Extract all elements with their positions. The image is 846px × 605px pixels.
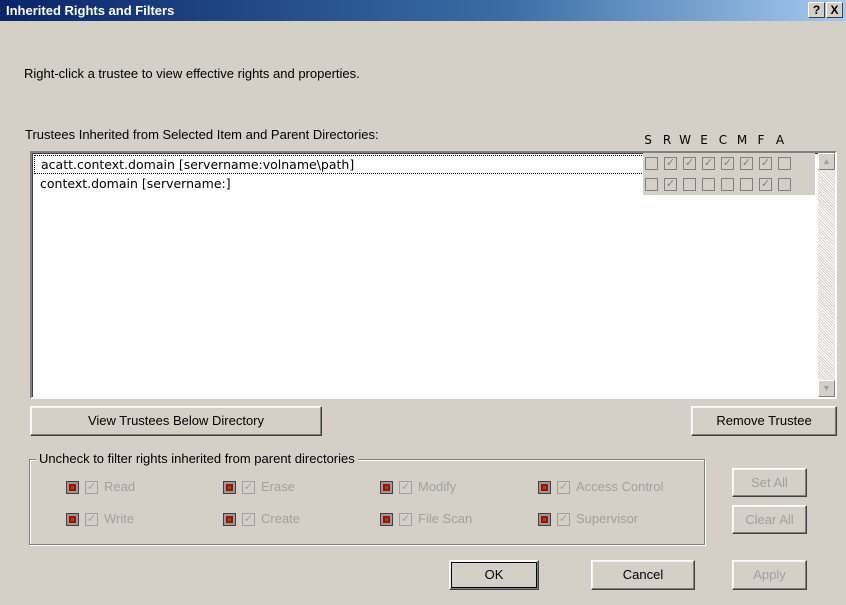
right-checkbox-c[interactable] xyxy=(721,178,734,191)
right-checkbox-r[interactable]: ✓ xyxy=(664,157,677,170)
trustee-row[interactable]: context.domain [servername:] xyxy=(34,175,644,194)
filter-label: Create xyxy=(261,511,301,526)
window-title: Inherited Rights and Filters xyxy=(6,3,175,18)
trustees-label: Trustees Inherited from Selected Item an… xyxy=(25,127,379,142)
right-checkbox-w[interactable] xyxy=(683,178,696,191)
filter-checkbox[interactable]: ✓ xyxy=(399,513,412,526)
filter-label: Supervisor xyxy=(576,511,639,526)
view-trustees-below-button[interactable]: View Trustees Below Directory xyxy=(30,406,322,436)
right-checkbox-e[interactable]: ✓ xyxy=(702,157,715,170)
column-header-m: M xyxy=(736,133,748,147)
right-checkbox-f[interactable]: ✓ xyxy=(759,178,772,191)
ok-button[interactable]: OK xyxy=(449,560,539,590)
right-checkbox-s[interactable] xyxy=(645,178,658,191)
help-button[interactable]: ? xyxy=(808,2,825,18)
filter-checkbox[interactable]: ✓ xyxy=(557,481,570,494)
column-header-c: C xyxy=(718,133,728,147)
trustee-list[interactable]: acatt.context.domain [servername:volname… xyxy=(30,151,837,399)
right-checkbox-f[interactable]: ✓ xyxy=(759,157,772,170)
trustee-row[interactable]: acatt.context.domain [servername:volname… xyxy=(34,155,644,174)
right-checkbox-m[interactable] xyxy=(740,178,753,191)
column-header-f: F xyxy=(757,133,765,147)
trustee-name: context.domain [servername:] xyxy=(40,176,231,191)
filter-checkbox[interactable]: ✓ xyxy=(242,481,255,494)
right-checkbox-r[interactable]: ✓ xyxy=(664,178,677,191)
right-checkbox-e[interactable] xyxy=(702,178,715,191)
trustee-rights-grid: ✓ ✓ xyxy=(643,174,815,195)
column-header-e: E xyxy=(700,133,708,147)
filter-label: Read xyxy=(104,479,136,494)
filter-label: Write xyxy=(104,511,135,526)
filter-label: Access Control xyxy=(576,479,664,494)
filter-label: Erase xyxy=(261,479,295,494)
scroll-down-icon[interactable]: ▼ xyxy=(818,380,835,397)
filter-icon xyxy=(66,513,79,526)
filter-icon xyxy=(223,513,236,526)
remove-trustee-button[interactable]: Remove Trustee xyxy=(691,406,837,436)
filter-groupbox xyxy=(29,459,705,545)
set-all-button[interactable]: Set All xyxy=(732,468,807,497)
filter-label: File Scan xyxy=(418,511,473,526)
trustee-rights-grid: ✓ ✓ ✓ ✓ ✓ ✓ xyxy=(643,153,815,174)
column-header-w: W xyxy=(679,133,691,147)
column-header-a: A xyxy=(775,133,785,147)
clear-all-button[interactable]: Clear All xyxy=(732,505,807,534)
right-checkbox-s[interactable] xyxy=(645,157,658,170)
right-checkbox-m[interactable]: ✓ xyxy=(740,157,753,170)
right-checkbox-w[interactable]: ✓ xyxy=(683,157,696,170)
trustee-name: acatt.context.domain [servername:volname… xyxy=(41,157,355,172)
title-bar: Inherited Rights and Filters xyxy=(0,0,846,21)
apply-button[interactable]: Apply xyxy=(732,560,807,590)
filter-checkbox[interactable]: ✓ xyxy=(399,481,412,494)
right-checkbox-a[interactable] xyxy=(778,157,791,170)
scroll-up-icon[interactable]: ▲ xyxy=(818,153,835,170)
column-header-s: S xyxy=(644,133,652,147)
filter-icon xyxy=(223,481,236,494)
filter-icon xyxy=(538,513,551,526)
close-button[interactable]: X xyxy=(826,2,843,18)
vertical-scrollbar[interactable]: ▲ ▼ xyxy=(818,153,835,397)
filter-label: Modify xyxy=(418,479,457,494)
column-header-r: R xyxy=(662,133,672,147)
filter-checkbox[interactable]: ✓ xyxy=(557,513,570,526)
filter-checkbox[interactable]: ✓ xyxy=(85,481,98,494)
cancel-button[interactable]: Cancel xyxy=(591,560,695,590)
filter-icon xyxy=(66,481,79,494)
filter-checkbox[interactable]: ✓ xyxy=(242,513,255,526)
right-checkbox-a[interactable] xyxy=(778,178,791,191)
filter-icon xyxy=(380,481,393,494)
filter-icon xyxy=(380,513,393,526)
right-checkbox-c[interactable]: ✓ xyxy=(721,157,734,170)
filter-icon xyxy=(538,481,551,494)
filter-checkbox[interactable]: ✓ xyxy=(85,513,98,526)
filter-group-legend: Uncheck to filter rights inherited from … xyxy=(36,451,358,466)
instruction-text: Right-click a trustee to view effective … xyxy=(24,66,360,81)
